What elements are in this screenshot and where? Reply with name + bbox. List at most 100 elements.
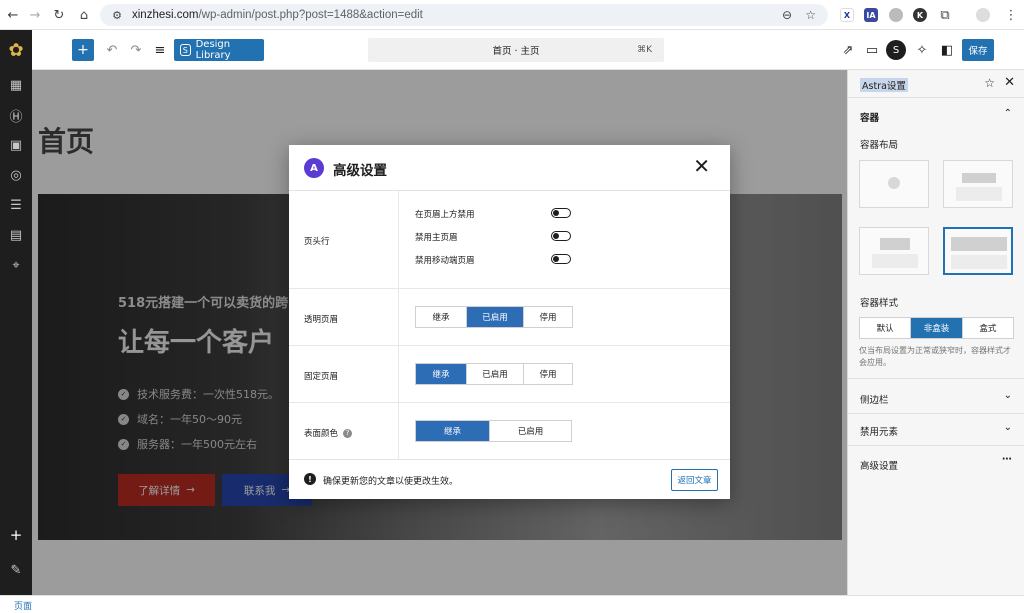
style-option-default[interactable]: 默认 [860, 318, 912, 338]
extension-x-icon[interactable]: X [840, 8, 854, 22]
image-icon[interactable]: ▣ [6, 135, 26, 155]
view-page-icon[interactable]: ⇗ [838, 39, 858, 61]
spectra-icon[interactable]: S [886, 40, 906, 60]
chevron-down-icon[interactable]: ⌄ [1004, 422, 1012, 433]
bookmark-star-icon[interactable]: ☆ [805, 8, 816, 22]
more-options-icon[interactable]: ⋯ [1002, 454, 1012, 465]
undo-icon[interactable]: ↶ [102, 39, 122, 61]
add-icon[interactable]: + [6, 525, 26, 545]
star-icon[interactable]: ☆ [984, 76, 995, 90]
toggle-row: 在页眉上方禁用 [415, 208, 575, 220]
globe-icon [888, 177, 900, 189]
option-inherit[interactable]: 继承 [416, 421, 490, 441]
site-info-icon[interactable]: ⚙ [110, 8, 124, 22]
profile-avatar[interactable] [976, 8, 990, 22]
command-palette[interactable]: 首页 · 主页 ⌘K [368, 38, 664, 62]
pen-icon[interactable]: ✎ [6, 560, 26, 580]
stack-icon[interactable]: ☰ [6, 195, 26, 215]
browser-toolbar: ← → ↻ ⌂ ⚙ xinzhesi.com/wp-admin/post.php… [0, 0, 1024, 30]
style-option-boxed[interactable]: 盒式 [963, 318, 1013, 338]
toggle-disable-primary-header[interactable] [551, 231, 571, 241]
target-icon[interactable]: ◎ [6, 165, 26, 185]
block-inserter-button[interactable]: + [72, 39, 94, 61]
editor-toolbar: + ↶ ↷ ≡ S Design Library 首页 · 主页 ⌘K ⇗ ▭ S … [32, 30, 1024, 70]
section-sidebar[interactable]: 侧边栏 [860, 392, 889, 406]
template-icon[interactable]: ▤ [6, 225, 26, 245]
sticky-header-selector: 继承 已启用 停用 [415, 363, 573, 385]
transparent-header-section: 透明页眉 继承 已启用 停用 [289, 289, 730, 346]
forward-icon[interactable]: → [26, 6, 44, 24]
save-button[interactable]: 保存 [962, 39, 994, 61]
advanced-settings-modal: A 高级设置 ✕ 页头行 在页眉上方禁用 禁用主页眉 禁用移动端页眉 透明页眉 … [289, 145, 730, 499]
option-enabled[interactable]: 已启用 [467, 307, 524, 327]
modal-footer: ! 确保更新您的文章以使更改生效。 返回文章 [289, 459, 730, 499]
style-option-unboxed[interactable]: 非盒装 [911, 318, 963, 338]
device-preview-icon[interactable]: ▭ [862, 39, 882, 61]
container-style-label: 容器样式 [860, 298, 899, 309]
divider [848, 413, 1024, 414]
option-enabled[interactable]: 已启用 [490, 421, 571, 441]
divider [848, 378, 1024, 379]
section-container[interactable]: 容器 [860, 110, 879, 124]
site-logo-icon[interactable]: ✿ [0, 30, 32, 70]
option-enabled[interactable]: 已启用 [467, 364, 524, 384]
toggle-label: 禁用主页眉 [415, 233, 458, 243]
layout-option-default[interactable] [859, 160, 929, 208]
settings-panel-icon[interactable]: ◧ [937, 39, 957, 61]
settings-sidebar: Astra设置 ☆ ✕ 容器 ⌃ 容器布局 容器样式 默认 非盒装 盒式 仅当布… [847, 70, 1024, 595]
surface-color-label: 表面颜色? [304, 427, 353, 439]
header-rows-label: 页头行 [304, 237, 330, 247]
address-bar[interactable]: ⚙ xinzhesi.com/wp-admin/post.php?post=14… [100, 4, 828, 26]
header-rows-section: 页头行 在页眉上方禁用 禁用主页眉 禁用移动端页眉 [289, 191, 730, 289]
sticky-header-section: 固定页眉 继承 已启用 停用 [289, 346, 730, 403]
toggle-disable-mobile-header[interactable] [551, 254, 571, 264]
style-note: 仅当布局设置为正常或狭窄时，容器样式才会应用。 [859, 346, 1011, 367]
home-icon[interactable]: ⌂ [75, 6, 93, 24]
option-disabled[interactable]: 停用 [524, 364, 572, 384]
surface-color-section: 表面颜色? 继承 已启用 [289, 403, 730, 459]
pointer-icon[interactable]: ⌖ [6, 255, 26, 275]
chevron-down-icon[interactable]: ⌄ [1004, 390, 1012, 401]
heading-icon[interactable]: Ⓗ [6, 105, 26, 125]
zoom-icon[interactable]: ⊖ [782, 8, 792, 22]
extension-ia-icon[interactable]: IA [864, 8, 878, 22]
toggle-label: 禁用移动端页眉 [415, 256, 475, 266]
transparent-header-selector: 继承 已启用 停用 [415, 306, 573, 328]
browser-menu-icon[interactable]: ⋮ [1002, 6, 1020, 24]
sticky-header-label: 固定页眉 [304, 372, 339, 382]
back-icon[interactable]: ← [4, 6, 22, 24]
toggle-disable-above-header[interactable] [551, 208, 571, 218]
url-path: /wp-admin/post.php?post=1488&action=edit [198, 9, 423, 21]
sidebar-tab-astra[interactable]: Astra设置 [860, 78, 908, 92]
extension-k-icon[interactable]: K [913, 8, 927, 22]
option-disabled[interactable]: 停用 [524, 307, 572, 327]
design-library-button[interactable]: S Design Library [174, 39, 264, 61]
redo-icon[interactable]: ↷ [126, 39, 146, 61]
container-style-selector: 默认 非盒装 盒式 [859, 317, 1014, 339]
admin-sidebar: ✿ ▦ Ⓗ ▣ ◎ ☰ ▤ ⌖ + ✎ [0, 30, 32, 595]
section-disable-elements[interactable]: 禁用元素 [860, 424, 898, 438]
chevron-up-icon[interactable]: ⌃ [1004, 108, 1012, 119]
editor-footer: 页面 [0, 595, 1024, 613]
divider [848, 445, 1024, 446]
back-to-post-button[interactable]: 返回文章 [671, 469, 718, 491]
toggle-row: 禁用主页眉 [415, 231, 575, 243]
section-advanced-settings[interactable]: 高级设置 [860, 458, 898, 472]
close-icon[interactable]: ✕ [693, 156, 710, 176]
extension-circle-icon[interactable] [889, 8, 903, 22]
warning-icon: ! [304, 473, 316, 485]
design-library-label: Design Library [195, 39, 231, 61]
document-overview-icon[interactable]: ≡ [150, 39, 170, 61]
blocks-icon[interactable]: ▦ [6, 75, 26, 95]
close-icon[interactable]: ✕ [1004, 75, 1015, 90]
layout-option-narrow[interactable] [859, 227, 929, 275]
layout-option-full-width[interactable] [943, 227, 1013, 275]
reload-icon[interactable]: ↻ [50, 6, 68, 24]
option-inherit[interactable]: 继承 [416, 364, 467, 384]
option-inherit[interactable]: 继承 [416, 307, 467, 327]
breadcrumb[interactable]: 页面 [14, 599, 32, 612]
extensions-puzzle-icon[interactable]: ⧉ [936, 6, 954, 24]
help-icon[interactable]: ? [343, 428, 353, 438]
layout-option-boxed[interactable] [943, 160, 1013, 208]
ai-sparkle-icon[interactable]: ✧ [912, 39, 932, 61]
